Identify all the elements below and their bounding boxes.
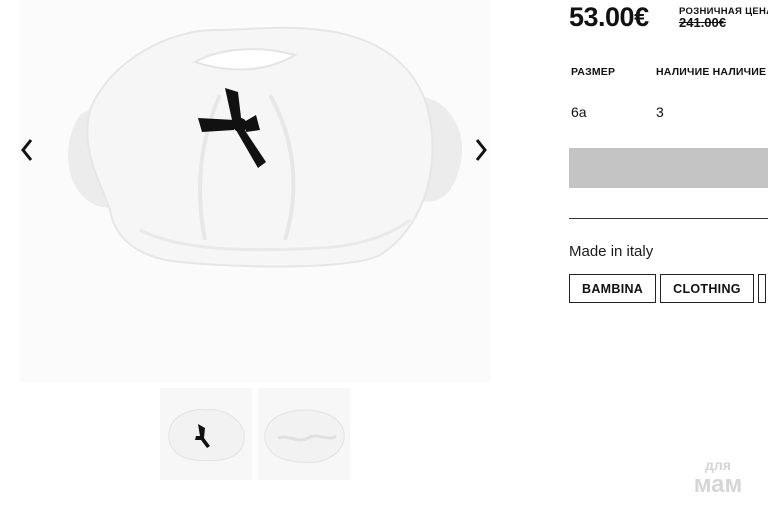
chevron-right-icon — [475, 139, 487, 161]
chevron-left-icon — [21, 139, 33, 161]
product-page: 53.00€ РОЗНИЧНАЯ ЦЕНА 241.00€ РАЗМЕР НАЛ… — [0, 0, 768, 508]
tag-clothing[interactable]: CLOTHING — [660, 274, 754, 303]
availability-column-header: НАЛИЧИЕ НАЛИЧИЕ — [656, 66, 767, 78]
watermark-logo: для мам — [682, 456, 754, 498]
product-details: 53.00€ РОЗНИЧНАЯ ЦЕНА 241.00€ РАЗМЕР НАЛ… — [569, 0, 768, 508]
origin-text: Made in italy — [569, 243, 654, 260]
thumbnail-back[interactable] — [258, 388, 350, 480]
add-to-cart-button[interactable] — [569, 148, 768, 188]
sale-price: 53.00€ — [569, 2, 649, 32]
size-column-header: РАЗМЕР — [571, 66, 616, 78]
thumbnail-strip — [160, 388, 350, 480]
retail-price: 241.00€ — [679, 15, 726, 30]
divider — [569, 218, 768, 219]
availability-value: 3 — [656, 104, 664, 120]
size-value: 6a — [571, 104, 587, 120]
tag-more[interactable] — [757, 274, 766, 303]
product-gallery — [0, 0, 510, 508]
tag-bambina[interactable]: BAMBINA — [569, 274, 657, 303]
main-product-image[interactable] — [20, 0, 490, 382]
thumbnail-front[interactable] — [160, 388, 252, 480]
next-image-button[interactable] — [468, 136, 494, 164]
price-row: 53.00€ РОЗНИЧНАЯ ЦЕНА 241.00€ — [569, 2, 768, 32]
prev-image-button[interactable] — [14, 136, 40, 164]
tag-list: BAMBINA CLOTHING — [569, 274, 766, 303]
svg-text:мам: мам — [694, 471, 743, 496]
